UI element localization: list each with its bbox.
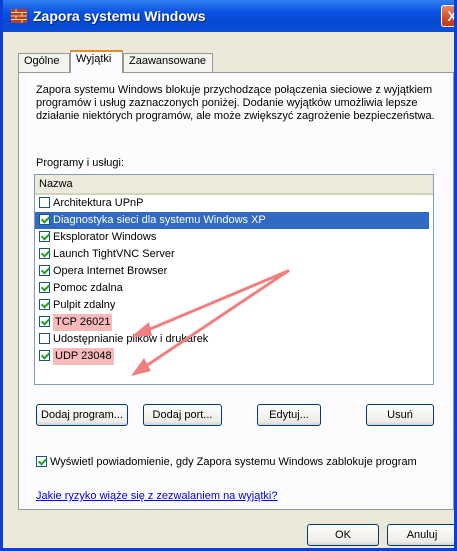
edit-button[interactable]: Edytuj... [257,404,321,426]
list-item-label: UDP 23048 [53,348,114,365]
programs-list[interactable]: Nazwa Architektura UPnP Diagnostyka sieci… [34,174,434,385]
list-item-checkbox[interactable] [39,350,50,361]
notify-option[interactable]: Wyświetl powiadomienie, gdy Zapora syste… [36,456,417,468]
notify-label: Wyświetl powiadomienie, gdy Zapora syste… [50,456,417,468]
programs-label: Programy i usługi: [36,157,125,169]
list-item-checkbox[interactable] [39,265,50,276]
list-item-label: Architektura UPnP [53,197,144,209]
list-item[interactable]: Udostępnianie plików i drukarek [35,331,433,348]
list-item[interactable]: Eksplorator Windows [35,229,433,246]
list-item[interactable]: TCP 26021 [35,314,433,331]
list-item-checkbox[interactable] [39,333,50,344]
list-item-label: Udostępnianie plików i drukarek [53,333,209,345]
tab-exceptions[interactable]: Wyjątki [70,50,123,73]
list-item-checkbox[interactable] [39,316,50,327]
column-header-name[interactable]: Nazwa [35,175,433,195]
list-item[interactable]: Launch TightVNC Server [35,246,433,263]
cancel-button[interactable]: Anuluj [387,524,454,546]
tab-general[interactable]: Ogólne [18,53,70,72]
column-header-label: Nazwa [39,178,73,190]
list-item-checkbox[interactable] [39,231,50,242]
list-item[interactable]: Pomoc zdalna [35,280,433,297]
firewall-window: Zapora systemu Windows X Ogólne Wyjątki … [0,0,457,551]
list-item-label: Eksplorator Windows [53,231,157,243]
tab-advanced[interactable]: Zaawansowane [123,53,213,72]
title-bar[interactable]: Zapora systemu Windows X [3,0,457,32]
list-item-checkbox[interactable] [39,214,50,225]
list-item-label: Opera Internet Browser [53,265,168,277]
tab-bar: Ogólne Wyjątki Zaawansowane [18,50,448,73]
list-item[interactable]: UDP 23048 [35,348,433,365]
add-program-button[interactable]: Dodaj program... [36,404,128,426]
list-item-label: TCP 26021 [53,314,113,331]
list-item-label: Pomoc zdalna [53,282,123,294]
ok-button[interactable]: OK [307,524,379,546]
list-item-label: Pulpit zdalny [53,299,116,311]
notify-checkbox[interactable] [36,456,47,467]
risk-help-link[interactable]: Jakie ryzyko wiąże się z zezwalaniem na … [36,490,277,502]
list-item-checkbox[interactable] [39,197,50,208]
list-item[interactable]: Pulpit zdalny [35,297,433,314]
window-title: Zapora systemu Windows [33,8,206,24]
delete-button[interactable]: Usuń [366,404,434,426]
firewall-icon [11,9,27,23]
list-items: Architektura UPnP Diagnostyka sieci dla s… [35,195,433,365]
add-port-button[interactable]: Dodaj port... [143,404,222,426]
list-item[interactable]: Opera Internet Browser [35,263,433,280]
list-item-checkbox[interactable] [39,282,50,293]
list-item-label: Diagnostyka sieci dla systemu Windows XP [53,214,266,226]
list-item-checkbox[interactable] [39,299,50,310]
close-button[interactable]: X [441,5,457,27]
close-icon: X [447,8,457,24]
list-item-label: Launch TightVNC Server [53,248,175,260]
list-item[interactable]: Architektura UPnP [35,195,433,212]
description-text: Zapora systemu Windows blokuje przychodz… [36,84,435,122]
list-item[interactable]: Diagnostyka sieci dla systemu Windows XP [35,212,429,229]
list-item-checkbox[interactable] [39,248,50,259]
